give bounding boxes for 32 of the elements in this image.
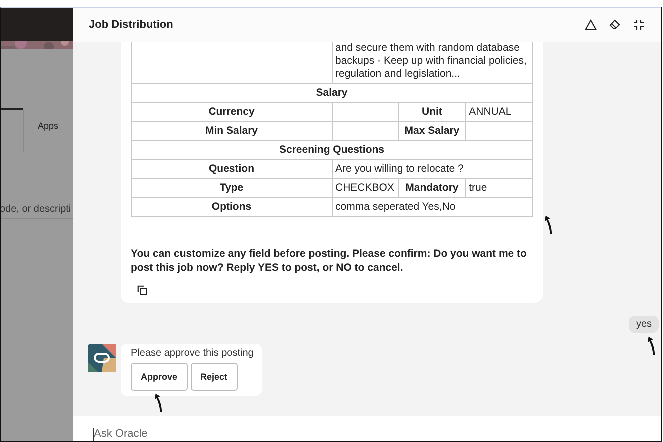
header-bar xyxy=(1,8,73,41)
field-value: CHECKBOX xyxy=(336,182,394,194)
approval-prompt: Please approve this posting xyxy=(131,348,254,359)
field-label: Type xyxy=(220,182,244,194)
field-value: Are you willing to relocate ? xyxy=(336,163,464,175)
copy-icon[interactable] xyxy=(137,285,148,296)
field-label: Currency xyxy=(208,106,255,118)
field-label: Mandatory xyxy=(406,182,459,194)
field-value: comma seperated Yes,No xyxy=(336,201,456,213)
collapse-icon[interactable] xyxy=(633,19,645,31)
eraser-icon[interactable] xyxy=(609,19,621,31)
field-value: true xyxy=(469,182,488,194)
bot-message: You can customize any field before posting. Please confirm: Do you want me to post this job now? Reply YES to post, or NO to cancel. xyxy=(131,247,528,275)
field-value: and secure them with random database backups - Keep up with financial policies, regulation and legislation... xyxy=(336,42,527,80)
curved-arrow-icon xyxy=(154,393,165,413)
field-label: Question xyxy=(208,163,254,175)
field-label: Unit xyxy=(422,106,442,118)
section-heading: Salary xyxy=(316,87,348,99)
field-label: Max Salary xyxy=(404,125,460,137)
user-message: yes xyxy=(629,316,659,333)
field-label: Min Salary xyxy=(205,125,258,137)
field-value: ANNUAL xyxy=(469,106,512,118)
curved-arrow-icon xyxy=(544,215,555,235)
field-label: Options xyxy=(212,201,252,213)
warning-icon[interactable] xyxy=(585,19,597,31)
tab-label[interactable]: Apps xyxy=(38,121,59,156)
reject-button[interactable]: Reject xyxy=(190,363,238,391)
panel-title: Job Distribution xyxy=(89,19,174,31)
bot-avatar xyxy=(88,344,116,372)
curved-arrow-icon xyxy=(647,336,658,356)
approve-button[interactable]: Approve xyxy=(131,363,188,391)
section-heading: Screening Questions xyxy=(279,144,385,156)
